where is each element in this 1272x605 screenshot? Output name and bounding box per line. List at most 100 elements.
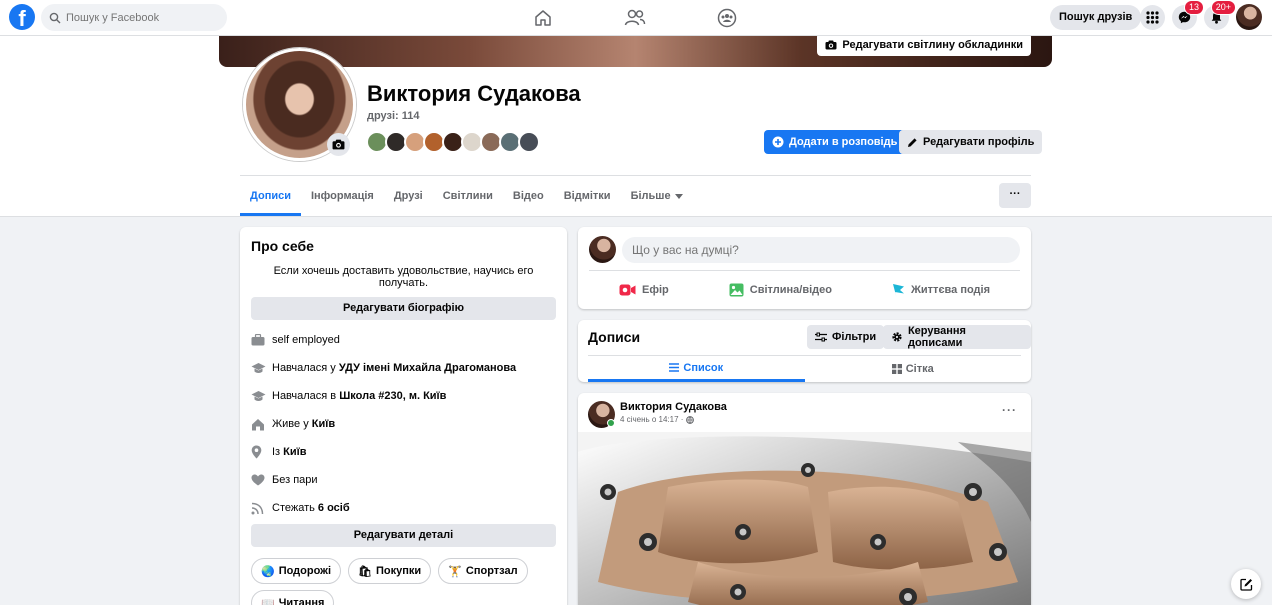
detail-text: Без пари: [272, 474, 318, 486]
posts-title: Дописи: [588, 329, 641, 345]
camera-icon: [332, 139, 345, 150]
grid-view-label: Сітка: [905, 363, 934, 375]
photo-video-button[interactable]: Світлина/відео: [729, 283, 832, 297]
hobby-chip[interactable]: 📖 Читання: [251, 590, 335, 605]
post-time-text: 4 січень о 14:17 ·: [620, 415, 684, 424]
gear-icon: [892, 332, 902, 342]
tab-posts[interactable]: Дописи: [240, 176, 301, 216]
hobby-chip[interactable]: 🌏 Подорожі: [251, 558, 342, 584]
detail-text: Навчалася у: [272, 362, 336, 374]
profile-tabs: Дописи Інформація Друзі Світлини Відео В…: [240, 176, 693, 216]
live-video-label: Ефір: [642, 284, 669, 296]
detail-value[interactable]: 6 осіб: [318, 502, 350, 514]
friends-nav-icon[interactable]: [622, 5, 648, 31]
details-list: self employed Навчалася у УДУ імені Миха…: [251, 326, 556, 522]
briefcase-icon: [251, 334, 272, 346]
filters-button[interactable]: Фільтри: [807, 325, 885, 349]
edit-details-button[interactable]: Редагувати деталі: [251, 524, 556, 547]
manage-posts-button[interactable]: Керування дописами: [883, 325, 1031, 349]
weightlifter-icon: 🏋: [448, 565, 462, 578]
find-friends-button[interactable]: Пошук друзів: [1050, 5, 1142, 30]
detail-value[interactable]: Школа #230, м. Київ: [339, 390, 446, 402]
tab-friends[interactable]: Друзі: [384, 176, 433, 216]
edit-profile-button[interactable]: Редагувати профіль: [899, 130, 1043, 154]
post-author-name[interactable]: Виктория Судакова: [620, 401, 727, 413]
hobby-chip[interactable]: 🏋 Спортзал: [438, 558, 528, 584]
hobby-label: Читання: [278, 597, 325, 605]
hobby-label: Спортзал: [465, 565, 518, 577]
globe-privacy-icon: [686, 415, 695, 424]
cover-photo[interactable]: Редагувати світлину обкладинки: [219, 36, 1052, 67]
search-box[interactable]: [41, 4, 227, 31]
menu-button[interactable]: [1140, 5, 1165, 30]
groups-icon: [717, 8, 737, 28]
graduation-cap-icon: [251, 390, 272, 402]
life-event-label: Життєва подія: [910, 284, 990, 296]
detail-value[interactable]: УДУ імені Михайла Драгоманова: [339, 362, 516, 374]
photo-icon: [729, 283, 744, 297]
detail-value[interactable]: Київ: [312, 418, 335, 430]
search-icon: [49, 12, 61, 23]
notifications-button[interactable]: 20+: [1204, 0, 1236, 30]
pencil-icon: [908, 137, 917, 147]
detail-text: Стежать: [272, 502, 315, 514]
edit-bio-button[interactable]: Редагувати біографію: [251, 297, 556, 320]
tab-photos[interactable]: Світлини: [433, 176, 503, 216]
caret-down-icon: [674, 193, 683, 199]
post-composer: Ефір Світлина/відео Життєва подія: [578, 227, 1031, 309]
profile-more-button[interactable]: ···: [999, 183, 1031, 208]
messenger-button[interactable]: 13: [1172, 0, 1204, 30]
detail-work: self employed: [251, 326, 556, 354]
facebook-logo[interactable]: f: [9, 4, 35, 30]
life-event-button[interactable]: Життєва подія: [892, 283, 990, 298]
list-view-tab[interactable]: Список: [588, 356, 805, 382]
search-input[interactable]: [66, 11, 216, 24]
add-story-label: Додати в розповідь: [789, 136, 898, 148]
tab-videos[interactable]: Відео: [503, 176, 554, 216]
tab-about[interactable]: Інформація: [301, 176, 384, 216]
hobby-chip[interactable]: 🛍 Покупки: [348, 558, 432, 584]
list-view-label: Список: [683, 361, 724, 374]
add-story-button[interactable]: Додати в розповідь: [764, 130, 906, 154]
new-message-button[interactable]: [1231, 569, 1261, 599]
edit-profile-label: Редагувати профіль: [923, 136, 1035, 148]
friend-avatar[interactable]: [518, 131, 540, 153]
hobby-label: Покупки: [376, 565, 422, 577]
post-timestamp[interactable]: 4 січень о 14:17 ·: [620, 415, 695, 424]
post-options-button[interactable]: ···: [1002, 403, 1017, 417]
notifications-badge: 20+: [1210, 0, 1236, 15]
detail-text: Навчалася в: [272, 390, 337, 402]
bio-text: Если хочешь доставить удовольствие, науч…: [273, 265, 534, 289]
edit-cover-label: Редагувати світлину обкладинки: [842, 38, 1023, 51]
filters-label: Фільтри: [832, 331, 877, 343]
flag-icon: [892, 283, 904, 297]
detail-text: self employed: [272, 334, 340, 346]
composer-input[interactable]: [622, 236, 1020, 263]
composer-avatar[interactable]: [589, 236, 616, 263]
edit-cover-button[interactable]: Редагувати світлину обкладинки: [817, 36, 1031, 56]
friend-avatars[interactable]: [366, 131, 540, 153]
tab-check-ins[interactable]: Відмітки: [554, 176, 621, 216]
plus-circle-icon: [772, 136, 784, 148]
detail-value[interactable]: Київ: [283, 446, 306, 458]
grid-view-tab[interactable]: Сітка: [805, 356, 1022, 382]
grid-icon: [891, 364, 902, 374]
about-card: Про себе Если хочешь доставить удовольст…: [240, 227, 567, 605]
manage-posts-label: Керування дописами: [907, 325, 966, 349]
messenger-badge: 13: [1183, 0, 1204, 15]
account-avatar[interactable]: [1236, 4, 1262, 30]
update-profile-picture-button[interactable]: [327, 133, 350, 156]
post-image[interactable]: [578, 432, 1031, 605]
friends-count[interactable]: друзі: 114: [367, 110, 420, 122]
list-icon: [669, 363, 680, 372]
top-navigation-bar: f Пошук друзів 13 20+: [0, 0, 1272, 36]
location-pin-icon: [251, 445, 272, 459]
shopping-bags-icon: 🛍: [358, 565, 373, 578]
home-icon: [251, 418, 272, 431]
tab-more[interactable]: Більше: [621, 176, 693, 216]
home-nav-icon[interactable]: [530, 5, 556, 31]
live-video-button[interactable]: Ефір: [619, 284, 669, 296]
groups-nav-icon[interactable]: [714, 5, 740, 31]
detail-lives-in: Живе у Київ: [251, 410, 556, 438]
sliders-icon: [815, 332, 827, 342]
